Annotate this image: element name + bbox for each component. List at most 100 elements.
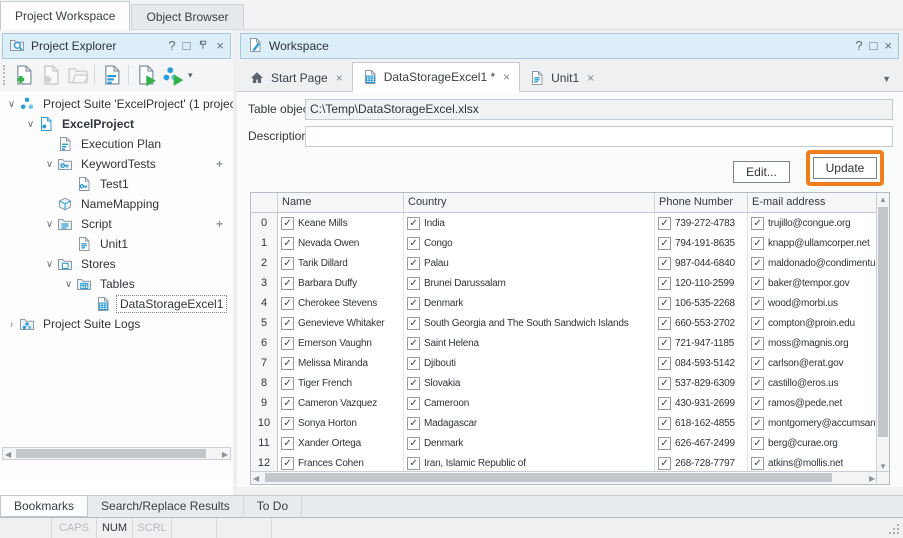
- pin-icon[interactable]: [197, 39, 209, 54]
- checkbox-checked[interactable]: ✓: [658, 437, 671, 450]
- tree-item-stores[interactable]: ∨Stores: [0, 254, 233, 274]
- chevron-down-icon[interactable]: ∨: [42, 259, 57, 270]
- country-cell[interactable]: ✓Congo: [404, 233, 655, 253]
- country-cell[interactable]: ✓South Georgia and The South Sandwich Is…: [404, 313, 655, 333]
- add-item-icon[interactable]: +: [216, 157, 223, 171]
- scroll-thumb[interactable]: [878, 207, 888, 437]
- tree-item-unit1[interactable]: Unit1: [0, 234, 233, 254]
- doc-tab-datastorageexcel1[interactable]: DataStorageExcel1 *×: [352, 62, 520, 92]
- country-cell[interactable]: ✓Palau: [404, 253, 655, 273]
- email-cell[interactable]: ✓trujillo@congue.org: [748, 213, 877, 233]
- checkbox-checked[interactable]: ✓: [407, 317, 420, 330]
- row-header[interactable]: 11: [251, 433, 278, 453]
- checkbox-checked[interactable]: ✓: [281, 377, 294, 390]
- checkbox-checked[interactable]: ✓: [658, 377, 671, 390]
- checkbox-checked[interactable]: ✓: [658, 357, 671, 370]
- checkbox-checked[interactable]: ✓: [407, 437, 420, 450]
- add-item-icon[interactable]: +: [216, 217, 223, 231]
- email-cell[interactable]: ✓compton@proin.edu: [748, 313, 877, 333]
- checkbox-checked[interactable]: ✓: [281, 397, 294, 410]
- row-header[interactable]: 7: [251, 353, 278, 373]
- chevron-down-icon[interactable]: ∨: [61, 279, 76, 290]
- checkbox-checked[interactable]: ✓: [658, 417, 671, 430]
- row-header[interactable]: 9: [251, 393, 278, 413]
- phone-cell[interactable]: ✓739-272-4783: [655, 213, 748, 233]
- checkbox-checked[interactable]: ✓: [407, 377, 420, 390]
- email-cell[interactable]: ✓maldonado@condimentum.org: [748, 253, 877, 273]
- row-header[interactable]: 10: [251, 413, 278, 433]
- toolbar-grip[interactable]: [3, 65, 6, 85]
- chevron-down-icon[interactable]: ∨: [42, 159, 57, 170]
- checkbox-checked[interactable]: ✓: [751, 257, 764, 270]
- chevron-down-icon[interactable]: ∨: [4, 99, 19, 110]
- scroll-up-icon[interactable]: ▲: [879, 194, 887, 205]
- resize-grip[interactable]: [883, 518, 903, 538]
- checkbox-checked[interactable]: ✓: [281, 437, 294, 450]
- scroll-left-icon[interactable]: ◀: [5, 449, 11, 460]
- run-options-dropdown-icon[interactable]: ▾: [188, 70, 193, 81]
- country-cell[interactable]: ✓Brunei Darussalam: [404, 273, 655, 293]
- name-cell[interactable]: ✓Sonya Horton: [278, 413, 404, 433]
- checkbox-checked[interactable]: ✓: [281, 237, 294, 250]
- row-header[interactable]: 0: [251, 213, 278, 233]
- checkbox-checked[interactable]: ✓: [407, 457, 420, 470]
- checkbox-checked[interactable]: ✓: [281, 337, 294, 350]
- tree-item-tables[interactable]: ∨Tables: [0, 274, 233, 294]
- email-cell[interactable]: ✓ramos@pede.net: [748, 393, 877, 413]
- country-cell[interactable]: ✓India: [404, 213, 655, 233]
- row-header[interactable]: 4: [251, 293, 278, 313]
- grid-hscrollbar[interactable]: ◀ ▶: [251, 471, 877, 484]
- float-icon[interactable]: □: [183, 39, 191, 53]
- scroll-right-icon[interactable]: ▶: [222, 449, 228, 460]
- country-cell[interactable]: ✓Djibouti: [404, 353, 655, 373]
- bottom-tab-search-replace-results[interactable]: Search/Replace Results: [88, 496, 244, 517]
- name-cell[interactable]: ✓Emerson Vaughn: [278, 333, 404, 353]
- checkbox-checked[interactable]: ✓: [407, 417, 420, 430]
- phone-cell[interactable]: ✓120-110-2599: [655, 273, 748, 293]
- help-icon[interactable]: ?: [168, 39, 175, 53]
- country-cell[interactable]: ✓Denmark: [404, 433, 655, 453]
- close-tab-icon[interactable]: ×: [587, 71, 594, 85]
- name-cell[interactable]: ✓Cameron Vazquez: [278, 393, 404, 413]
- phone-cell[interactable]: ✓794-191-8635: [655, 233, 748, 253]
- country-cell[interactable]: ✓Saint Helena: [404, 333, 655, 353]
- email-cell[interactable]: ✓berg@curae.org: [748, 433, 877, 453]
- scroll-left-icon[interactable]: ◀: [253, 473, 259, 484]
- checkbox-checked[interactable]: ✓: [281, 357, 294, 370]
- close-tab-icon[interactable]: ×: [503, 70, 510, 84]
- grid-vscrollbar[interactable]: ▲ ▼: [876, 193, 889, 473]
- checkbox-checked[interactable]: ✓: [407, 257, 420, 270]
- checkbox-checked[interactable]: ✓: [751, 397, 764, 410]
- phone-cell[interactable]: ✓626-467-2499: [655, 433, 748, 453]
- checkbox-checked[interactable]: ✓: [658, 257, 671, 270]
- tree-item-script[interactable]: ∨Script+: [0, 214, 233, 234]
- tree-item-execution-plan[interactable]: Execution Plan: [0, 134, 233, 154]
- email-cell[interactable]: ✓castillo@eros.us: [748, 373, 877, 393]
- checkbox-checked[interactable]: ✓: [751, 217, 764, 230]
- checkbox-checked[interactable]: ✓: [751, 357, 764, 370]
- phone-cell[interactable]: ✓618-162-4855: [655, 413, 748, 433]
- bottom-tab-to-do[interactable]: To Do: [244, 496, 302, 517]
- checkbox-checked[interactable]: ✓: [658, 337, 671, 350]
- email-cell[interactable]: ✓knapp@ullamcorper.net: [748, 233, 877, 253]
- tree-item-namemapping[interactable]: NameMapping: [0, 194, 233, 214]
- email-cell[interactable]: ✓montgomery@accumsan.net: [748, 413, 877, 433]
- checkbox-checked[interactable]: ✓: [407, 357, 420, 370]
- name-cell[interactable]: ✓Nevada Owen: [278, 233, 404, 253]
- run-project-suite-button[interactable]: [159, 62, 186, 88]
- phone-cell[interactable]: ✓084-593-5142: [655, 353, 748, 373]
- email-cell[interactable]: ✓moss@magnis.org: [748, 333, 877, 353]
- add-project-button[interactable]: [10, 62, 37, 88]
- name-cell[interactable]: ✓Keane Mills: [278, 213, 404, 233]
- organize-items-button[interactable]: [98, 62, 125, 88]
- email-cell[interactable]: ✓carlson@erat.gov: [748, 353, 877, 373]
- checkbox-checked[interactable]: ✓: [281, 277, 294, 290]
- chevron-down-icon[interactable]: ∨: [42, 219, 57, 230]
- checkbox-checked[interactable]: ✓: [407, 277, 420, 290]
- phone-cell[interactable]: ✓430-931-2699: [655, 393, 748, 413]
- checkbox-checked[interactable]: ✓: [658, 457, 671, 470]
- checkbox-checked[interactable]: ✓: [281, 417, 294, 430]
- row-header[interactable]: 5: [251, 313, 278, 333]
- table-object-field[interactable]: C:\Temp\DataStorageExcel.xlsx: [305, 99, 893, 120]
- phone-cell[interactable]: ✓268-728-7797: [655, 453, 748, 473]
